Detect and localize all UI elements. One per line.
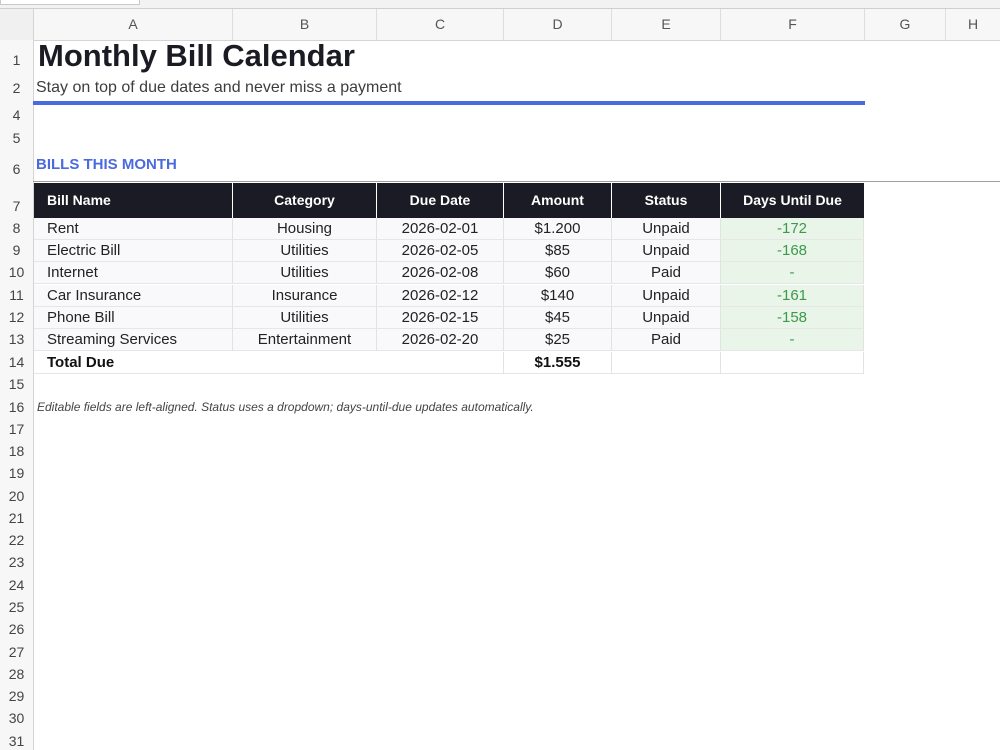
- row-header[interactable]: 24: [0, 577, 33, 593]
- row-header[interactable]: 1: [0, 52, 33, 68]
- row-header[interactable]: 10: [0, 264, 33, 280]
- cell-amount[interactable]: $60: [504, 262, 612, 284]
- header-amount[interactable]: Amount: [504, 183, 612, 218]
- cell-bill-name[interactable]: Electric Bill: [34, 240, 233, 262]
- column-header-bar: A B C D E F G H: [0, 9, 1000, 41]
- column-header-g[interactable]: G: [865, 9, 946, 40]
- cell-status-dropdown[interactable]: Paid: [612, 329, 721, 351]
- row-header[interactable]: 31: [0, 733, 33, 749]
- name-box[interactable]: [0, 0, 140, 5]
- row-divider: [33, 181, 1000, 182]
- row-header[interactable]: 2: [0, 80, 33, 96]
- formula-bar-edge: [0, 0, 1000, 9]
- row-header-bar: 1 2 4 5 6 7 8 9 10 11 12 13 14 15 16 17 …: [0, 40, 34, 750]
- cell-status-dropdown[interactable]: Unpaid: [612, 307, 721, 329]
- cell-amount[interactable]: $1.200: [504, 218, 612, 240]
- cell-category[interactable]: Utilities: [233, 307, 377, 329]
- cell-bill-name[interactable]: Streaming Services: [34, 329, 233, 351]
- cell-amount[interactable]: $140: [504, 285, 612, 307]
- cell-bill-name[interactable]: Internet: [34, 262, 233, 284]
- column-header-d[interactable]: D: [504, 9, 612, 40]
- row-header[interactable]: 18: [0, 443, 33, 459]
- column-header-h[interactable]: H: [946, 9, 1000, 40]
- cell-days-until-due[interactable]: -172: [721, 218, 864, 240]
- cell-bill-name[interactable]: Phone Bill: [34, 307, 233, 329]
- row-header[interactable]: 30: [0, 710, 33, 726]
- row-header[interactable]: 25: [0, 599, 33, 615]
- header-due-date[interactable]: Due Date: [377, 183, 504, 218]
- cell-status-dropdown[interactable]: Paid: [612, 262, 721, 284]
- cell-status-dropdown[interactable]: Unpaid: [612, 218, 721, 240]
- header-category[interactable]: Category: [233, 183, 377, 218]
- total-due-label[interactable]: Total Due: [34, 352, 504, 374]
- cell-due-date[interactable]: 2026-02-08: [377, 262, 504, 284]
- total-due-amount[interactable]: $1.555: [504, 352, 612, 374]
- spreadsheet-window: A B C D E F G H 1 2 4 5 6 7 8 9 10 11 12…: [0, 0, 1000, 750]
- row-header[interactable]: 21: [0, 510, 33, 526]
- row-header[interactable]: 17: [0, 421, 33, 437]
- row-header[interactable]: 14: [0, 354, 33, 370]
- cell-days-until-due[interactable]: -161: [721, 285, 864, 307]
- cell-amount[interactable]: $45: [504, 307, 612, 329]
- accent-divider: [33, 101, 865, 105]
- row-header[interactable]: 28: [0, 666, 33, 682]
- header-status[interactable]: Status: [612, 183, 721, 218]
- row-header[interactable]: 15: [0, 376, 33, 392]
- section-label[interactable]: BILLS THIS MONTH: [36, 156, 177, 173]
- row-header[interactable]: 7: [0, 198, 33, 214]
- cell-due-date[interactable]: 2026-02-01: [377, 218, 504, 240]
- cell-status-dropdown[interactable]: Unpaid: [612, 285, 721, 307]
- cell-category[interactable]: Utilities: [233, 240, 377, 262]
- cell-days-until-due[interactable]: -158: [721, 307, 864, 329]
- row-header[interactable]: 19: [0, 465, 33, 481]
- header-bill-name[interactable]: Bill Name: [34, 183, 233, 218]
- row-header[interactable]: 5: [0, 130, 33, 146]
- row-header[interactable]: 22: [0, 532, 33, 548]
- row-header[interactable]: 27: [0, 644, 33, 660]
- cell-due-date[interactable]: 2026-02-20: [377, 329, 504, 351]
- cell-bill-name[interactable]: Car Insurance: [34, 285, 233, 307]
- cell-days-until-due[interactable]: -168: [721, 240, 864, 262]
- column-header-a[interactable]: A: [34, 9, 233, 40]
- cell-amount[interactable]: $25: [504, 329, 612, 351]
- column-header-b[interactable]: B: [233, 9, 377, 40]
- cell-category[interactable]: Utilities: [233, 262, 377, 284]
- empty-cell[interactable]: [612, 352, 721, 374]
- row-header[interactable]: 20: [0, 488, 33, 504]
- row-header[interactable]: 4: [0, 107, 33, 123]
- sheet-subtitle[interactable]: Stay on top of due dates and never miss …: [36, 79, 402, 97]
- row-header[interactable]: 6: [0, 161, 33, 177]
- row-header[interactable]: 26: [0, 621, 33, 637]
- row-header[interactable]: 29: [0, 688, 33, 704]
- cell-due-date[interactable]: 2026-02-15: [377, 307, 504, 329]
- row-header[interactable]: 8: [0, 220, 33, 236]
- select-all-corner[interactable]: [0, 9, 34, 40]
- cell-category[interactable]: Insurance: [233, 285, 377, 307]
- cell-due-date[interactable]: 2026-02-12: [377, 285, 504, 307]
- cell-bill-name[interactable]: Rent: [34, 218, 233, 240]
- cell-amount[interactable]: $85: [504, 240, 612, 262]
- column-header-f[interactable]: F: [721, 9, 865, 40]
- sheet-title[interactable]: Monthly Bill Calendar: [38, 38, 355, 74]
- column-header-c[interactable]: C: [377, 9, 504, 40]
- column-header-e[interactable]: E: [612, 9, 721, 40]
- row-header[interactable]: 9: [0, 242, 33, 258]
- empty-cell[interactable]: [721, 352, 864, 374]
- row-header[interactable]: 13: [0, 331, 33, 347]
- row-header[interactable]: 12: [0, 309, 33, 325]
- row-header[interactable]: 16: [0, 399, 33, 415]
- footnote[interactable]: Editable fields are left-aligned. Status…: [37, 400, 534, 414]
- row-header[interactable]: 23: [0, 554, 33, 570]
- cell-days-until-due[interactable]: -: [721, 262, 864, 284]
- cell-due-date[interactable]: 2026-02-05: [377, 240, 504, 262]
- cell-status-dropdown[interactable]: Unpaid: [612, 240, 721, 262]
- cell-category[interactable]: Housing: [233, 218, 377, 240]
- header-days-until-due[interactable]: Days Until Due: [721, 183, 864, 218]
- cell-category[interactable]: Entertainment: [233, 329, 377, 351]
- row-header[interactable]: 11: [0, 287, 33, 303]
- cell-days-until-due[interactable]: -: [721, 329, 864, 351]
